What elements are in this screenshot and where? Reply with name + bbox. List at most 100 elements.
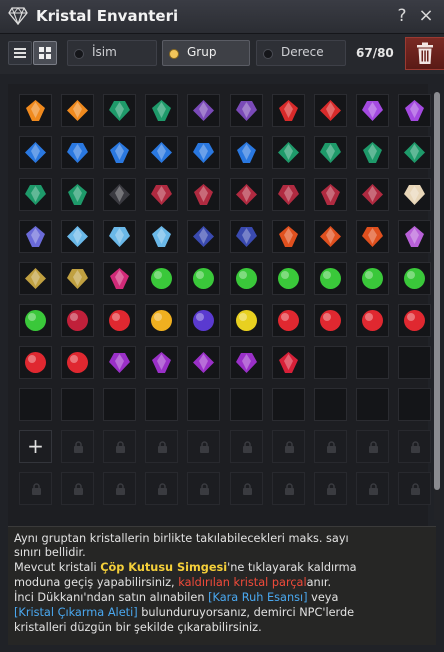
locked-slot[interactable] bbox=[229, 430, 263, 463]
crystal-slot[interactable] bbox=[145, 136, 179, 169]
locked-slot[interactable] bbox=[61, 472, 95, 505]
crystal-slot[interactable] bbox=[19, 178, 52, 211]
add-slot-button[interactable]: + bbox=[19, 430, 52, 463]
locked-slot[interactable] bbox=[313, 472, 347, 505]
empty-slot[interactable] bbox=[355, 388, 389, 421]
crystal-slot[interactable] bbox=[271, 220, 305, 253]
scrollbar[interactable] bbox=[434, 92, 440, 520]
locked-slot[interactable] bbox=[229, 472, 263, 505]
crystal-slot[interactable] bbox=[61, 178, 95, 211]
black-soul-essence-link[interactable]: [Kara Ruh Esansı] bbox=[208, 591, 308, 604]
crystal-slot[interactable] bbox=[145, 262, 179, 295]
empty-slot[interactable] bbox=[397, 388, 431, 421]
crystal-slot[interactable] bbox=[229, 304, 263, 337]
crystal-slot[interactable] bbox=[61, 136, 95, 169]
crystal-slot[interactable] bbox=[355, 220, 389, 253]
locked-slot[interactable] bbox=[103, 472, 137, 505]
crystal-slot[interactable] bbox=[229, 178, 263, 211]
crystal-slot[interactable] bbox=[187, 94, 221, 127]
crystal-slot[interactable] bbox=[355, 94, 389, 127]
crystal-slot[interactable] bbox=[229, 220, 263, 253]
crystal-slot[interactable] bbox=[229, 136, 263, 169]
crystal-slot[interactable] bbox=[145, 304, 179, 337]
empty-slot[interactable] bbox=[229, 388, 263, 421]
locked-slot[interactable] bbox=[397, 472, 431, 505]
crystal-slot[interactable] bbox=[229, 94, 263, 127]
tab-grade[interactable]: Derece bbox=[256, 40, 346, 66]
crystal-slot[interactable] bbox=[271, 346, 305, 379]
crystal-slot[interactable] bbox=[19, 220, 52, 253]
empty-slot[interactable] bbox=[397, 346, 431, 379]
crystal-slot[interactable] bbox=[397, 304, 431, 337]
crystal-slot[interactable] bbox=[313, 262, 347, 295]
crystal-slot[interactable] bbox=[61, 304, 95, 337]
crystal-slot[interactable] bbox=[313, 178, 347, 211]
crystal-slot[interactable] bbox=[271, 262, 305, 295]
crystal-slot[interactable] bbox=[145, 220, 179, 253]
locked-slot[interactable] bbox=[355, 472, 389, 505]
locked-slot[interactable] bbox=[61, 430, 95, 463]
list-view-button[interactable] bbox=[8, 41, 32, 65]
crystal-slot[interactable] bbox=[313, 136, 347, 169]
crystal-slot[interactable] bbox=[355, 262, 389, 295]
crystal-slot[interactable] bbox=[61, 346, 95, 379]
crystal-slot[interactable] bbox=[103, 220, 137, 253]
crystal-slot[interactable] bbox=[103, 178, 137, 211]
crystal-slot[interactable] bbox=[271, 178, 305, 211]
empty-slot[interactable] bbox=[61, 388, 95, 421]
locked-slot[interactable] bbox=[145, 472, 179, 505]
trash-button[interactable] bbox=[405, 37, 444, 70]
crystal-slot[interactable] bbox=[187, 304, 221, 337]
crystal-slot[interactable] bbox=[271, 304, 305, 337]
crystal-slot[interactable] bbox=[397, 178, 431, 211]
empty-slot[interactable] bbox=[145, 388, 179, 421]
empty-slot[interactable] bbox=[313, 346, 347, 379]
crystal-slot[interactable] bbox=[19, 304, 52, 337]
crystal-slot[interactable] bbox=[145, 178, 179, 211]
crystal-slot[interactable] bbox=[187, 136, 221, 169]
crystal-slot[interactable] bbox=[103, 94, 137, 127]
crystal-slot[interactable] bbox=[19, 262, 52, 295]
empty-slot[interactable] bbox=[103, 388, 137, 421]
title-bar[interactable]: Kristal Envanteri ? × bbox=[0, 0, 444, 34]
crystal-slot[interactable] bbox=[103, 262, 137, 295]
crystal-slot[interactable] bbox=[187, 220, 221, 253]
crystal-slot[interactable] bbox=[19, 94, 52, 127]
help-button[interactable]: ? bbox=[392, 5, 412, 27]
crystal-slot[interactable] bbox=[103, 136, 137, 169]
empty-slot[interactable] bbox=[313, 388, 347, 421]
locked-slot[interactable] bbox=[313, 430, 347, 463]
crystal-slot[interactable] bbox=[271, 94, 305, 127]
locked-slot[interactable] bbox=[145, 430, 179, 463]
crystal-slot[interactable] bbox=[61, 262, 95, 295]
locked-slot[interactable] bbox=[397, 430, 431, 463]
crystal-slot[interactable] bbox=[271, 136, 305, 169]
empty-slot[interactable] bbox=[271, 388, 305, 421]
tab-group[interactable]: Grup bbox=[162, 40, 250, 66]
crystal-slot[interactable] bbox=[187, 262, 221, 295]
crystal-slot[interactable] bbox=[313, 304, 347, 337]
crystal-slot[interactable] bbox=[61, 220, 95, 253]
locked-slot[interactable] bbox=[19, 472, 52, 505]
close-button[interactable]: × bbox=[416, 5, 436, 27]
empty-slot[interactable] bbox=[187, 388, 221, 421]
crystal-slot[interactable] bbox=[19, 136, 52, 169]
crystal-slot[interactable] bbox=[397, 136, 431, 169]
crystal-slot[interactable] bbox=[313, 220, 347, 253]
crystal-slot[interactable] bbox=[397, 262, 431, 295]
crystal-slot[interactable] bbox=[19, 346, 52, 379]
locked-slot[interactable] bbox=[187, 430, 221, 463]
crystal-slot[interactable] bbox=[61, 94, 95, 127]
grid-view-button[interactable] bbox=[33, 41, 57, 65]
crystal-slot[interactable] bbox=[103, 304, 137, 337]
crystal-slot[interactable] bbox=[397, 94, 431, 127]
crystal-slot[interactable] bbox=[145, 94, 179, 127]
crystal-slot[interactable] bbox=[187, 346, 221, 379]
crystal-slot[interactable] bbox=[187, 178, 221, 211]
locked-slot[interactable] bbox=[271, 472, 305, 505]
crystal-slot[interactable] bbox=[397, 220, 431, 253]
empty-slot[interactable] bbox=[355, 346, 389, 379]
scroll-thumb[interactable] bbox=[434, 92, 440, 490]
tab-name[interactable]: İsim bbox=[67, 40, 157, 66]
locked-slot[interactable] bbox=[355, 430, 389, 463]
